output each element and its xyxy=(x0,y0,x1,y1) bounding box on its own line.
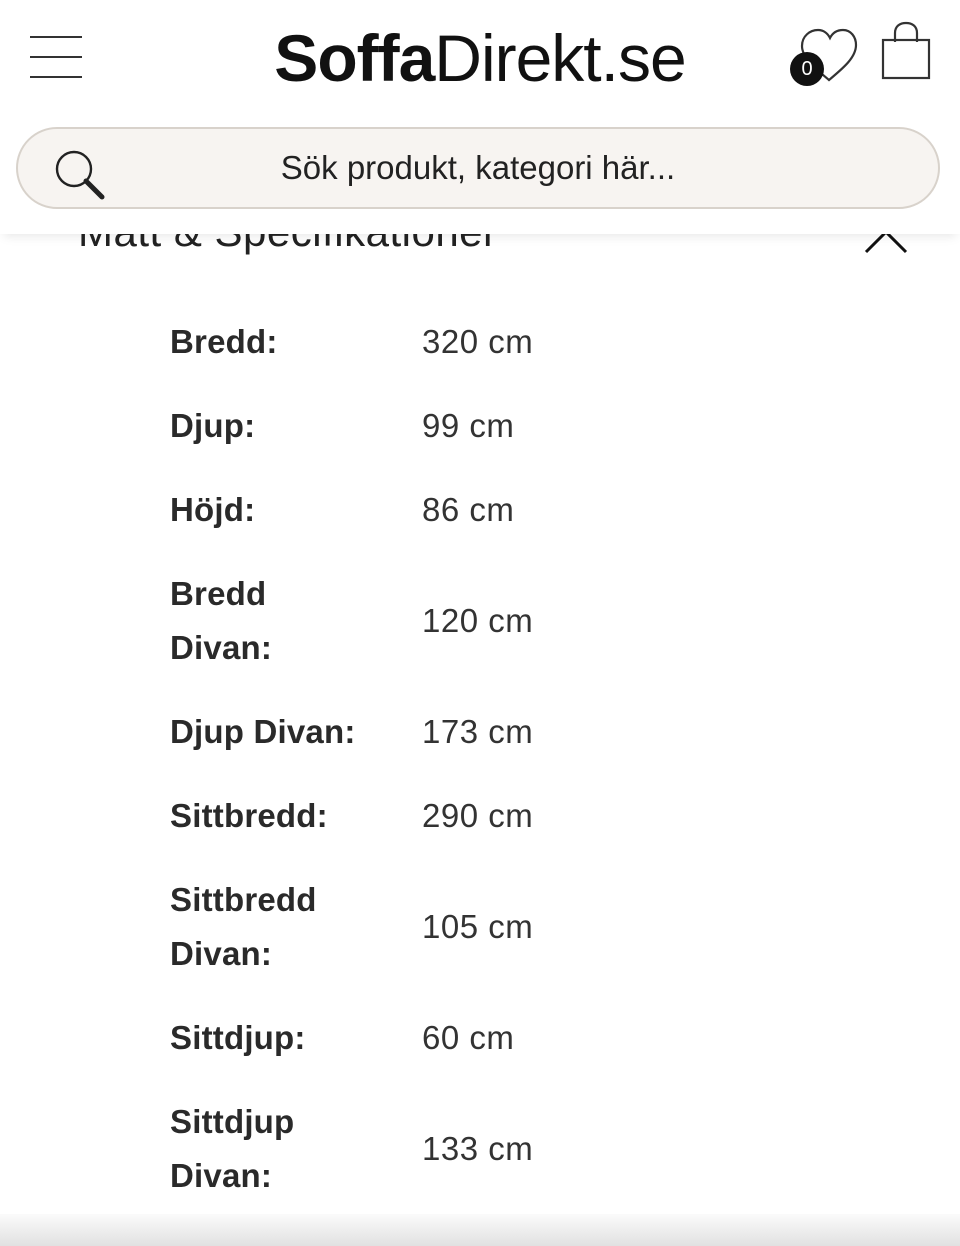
spec-value: 173 cm xyxy=(422,713,534,750)
product-page: Mått & Specifikationer SoffaDirekt.se 0 xyxy=(0,0,960,1246)
cart-button[interactable] xyxy=(878,20,934,84)
spec-label: Djup: xyxy=(170,407,256,444)
specs-table: Bredd: 320 cm Djup: 99 cm Höjd: 86 cm Br… xyxy=(0,300,960,1218)
spec-row: Sittdjup: 60 cm xyxy=(170,996,870,1080)
spec-value: 133 cm xyxy=(422,1130,534,1167)
logo-bold-part: Soffa xyxy=(274,21,435,95)
spec-label: Sittdjup: xyxy=(170,1019,306,1056)
search-input[interactable] xyxy=(128,129,828,207)
spec-row: Sittdjup Divan: 133 cm xyxy=(170,1080,870,1218)
bottom-scroll-shade xyxy=(0,1214,960,1246)
spec-row: Djup Divan: 173 cm xyxy=(170,690,870,774)
spec-value: 99 cm xyxy=(422,407,515,444)
logo-thin-part: Direkt.se xyxy=(434,21,686,95)
spec-row: Höjd: 86 cm xyxy=(170,468,870,552)
site-header: SoffaDirekt.se 0 xyxy=(0,0,960,234)
spec-row: Djup: 99 cm xyxy=(170,384,870,468)
spec-row: Bredd Divan: 120 cm xyxy=(170,552,870,690)
shopping-bag-icon xyxy=(881,21,931,80)
spec-value: 105 cm xyxy=(422,908,534,945)
spec-label: Höjd: xyxy=(170,491,256,528)
wishlist-count-badge: 0 xyxy=(790,52,824,86)
spec-value: 60 cm xyxy=(422,1019,515,1056)
spec-label: Bredd Divan: xyxy=(170,575,273,666)
spec-value: 320 cm xyxy=(422,323,534,360)
spec-label: Bredd: xyxy=(170,323,278,360)
spec-label: Sittbredd: xyxy=(170,797,328,834)
spec-label: Sittdjup Divan: xyxy=(170,1103,295,1194)
spec-label: Sittbredd Divan: xyxy=(170,881,317,972)
search-bar[interactable] xyxy=(16,127,940,209)
wishlist-button[interactable]: 0 xyxy=(786,22,862,90)
spec-row: Bredd: 320 cm xyxy=(170,300,870,384)
spec-value: 290 cm xyxy=(422,797,534,834)
search-icon[interactable] xyxy=(52,147,108,203)
spec-row: Sittbredd: 290 cm xyxy=(170,774,870,858)
spec-label: Djup Divan: xyxy=(170,713,356,750)
spec-value: 120 cm xyxy=(422,602,534,639)
spec-value: 86 cm xyxy=(422,491,515,528)
spec-row: Sittbredd Divan: 105 cm xyxy=(170,858,870,996)
